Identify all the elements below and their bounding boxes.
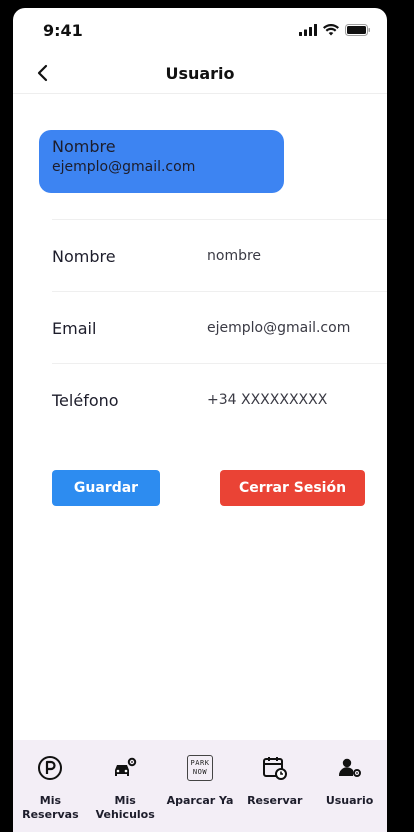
save-button[interactable]: Guardar: [52, 470, 160, 506]
status-time: 9:41: [43, 21, 83, 40]
park-now-icon: PARK NOW: [186, 754, 214, 782]
form-row-phone: Teléfono: [52, 363, 387, 435]
nav-item-mis-reservas[interactable]: Mis Reservas: [13, 740, 87, 832]
nav-item-aparcar-ya[interactable]: PARK NOW Aparcar Ya: [163, 740, 237, 832]
status-icons: [299, 24, 371, 36]
user-form: Nombre Email Teléfono: [52, 219, 387, 435]
name-label: Nombre: [52, 247, 116, 266]
form-row-email: Email: [52, 291, 387, 363]
page-title: Usuario: [165, 64, 235, 83]
logout-button[interactable]: Cerrar Sesión: [220, 470, 365, 506]
form-row-name: Nombre: [52, 219, 387, 291]
phone-input[interactable]: [207, 392, 382, 408]
name-input[interactable]: [207, 248, 382, 264]
email-input[interactable]: [207, 320, 382, 336]
phone-label: Teléfono: [52, 391, 119, 410]
profile-email: ejemplo@gmail.com: [52, 159, 196, 175]
app-header: Usuario: [13, 52, 387, 94]
signal-icon: [299, 24, 317, 36]
nav-item-usuario[interactable]: Usuario: [313, 740, 387, 832]
parking-circle-icon: [36, 754, 64, 782]
nav-item-reservar[interactable]: Reservar: [238, 740, 312, 832]
profile-card: Nombre ejemplo@gmail.com: [39, 130, 284, 193]
nav-label: Reservar: [247, 794, 303, 807]
profile-name: Nombre: [52, 137, 116, 156]
nav-item-mis-vehiculos[interactable]: Mis Vehiculos: [88, 740, 162, 832]
battery-icon: [345, 24, 370, 36]
nav-label: Aparcar Ya: [166, 794, 234, 807]
nav-label: Usuario: [325, 794, 374, 807]
phone-screen: 9:41 Usuario Nombre ejemplo@gmail.com No…: [13, 8, 387, 832]
park-now-badge: PARK NOW: [186, 755, 213, 781]
status-bar: 9:41: [13, 8, 387, 52]
calendar-clock-icon: [261, 754, 289, 782]
car-gear-icon: [111, 754, 139, 782]
email-label: Email: [52, 319, 97, 338]
wifi-icon: [323, 24, 339, 36]
user-gear-icon: [336, 754, 364, 782]
nav-label: Mis Reservas: [22, 794, 79, 821]
bottom-nav: Mis Reservas Mis Vehiculos PARK NOW Apar…: [13, 740, 387, 832]
nav-label: Mis Vehiculos: [95, 794, 155, 821]
